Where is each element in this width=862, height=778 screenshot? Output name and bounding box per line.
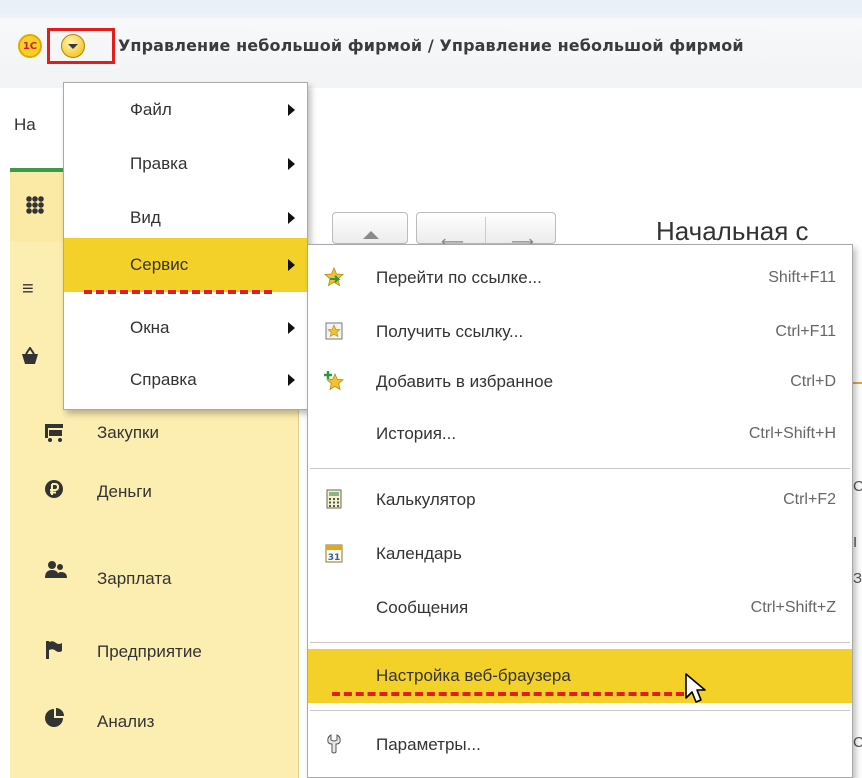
pie-chart-icon [45, 708, 64, 727]
shortcut-label: Ctrl+F2 [783, 491, 836, 508]
1c-logo-icon: 1С [18, 34, 42, 58]
chevron-down-icon [61, 34, 85, 58]
sidebar-item-analysis[interactable]: Анализ [44, 706, 284, 740]
title-bar-top-strip [0, 0, 862, 14]
menu-separator [310, 710, 850, 711]
menu-item-label: Параметры... [376, 735, 481, 754]
menu-item-edit[interactable]: Правка [64, 137, 307, 191]
menu-item-label: Окна [130, 318, 170, 337]
menu-item-label: Справка [130, 370, 197, 389]
title-bar: 1С Управление небольшой фирмой / Управле… [0, 0, 862, 89]
shortcut-label: Ctrl+D [790, 373, 836, 390]
menu-item-label: Калькулятор [376, 490, 476, 509]
service-submenu: Перейти по ссылке... Shift+F11 Получить … [307, 244, 853, 778]
sidebar-item-enterprise[interactable]: Предприятие [44, 640, 284, 674]
window-title: Управление небольшой фирмой / Управление… [118, 36, 744, 55]
menu-item-view[interactable]: Вид [64, 191, 307, 245]
flag-icon [46, 641, 62, 659]
sidebar-item-salary[interactable]: Зарплата [44, 560, 284, 594]
submenu-arrow-icon [288, 322, 295, 334]
submenu-arrow-icon [288, 104, 295, 116]
go-to-link-star-icon [324, 267, 344, 287]
content-fragment: I [853, 534, 858, 551]
menu-item-label: История... [376, 424, 457, 443]
main-menu-dropdown: Файл Правка Вид Сервис Окна Справка [63, 82, 308, 410]
menu-separator [310, 642, 850, 643]
submenu-arrow-icon [288, 212, 295, 224]
menu-item-get-link[interactable]: Получить ссылку... Ctrl+F11 [308, 305, 852, 359]
shortcut-label: Ctrl+Shift+H [748, 425, 836, 442]
sidebar-item-label: Закупки [97, 423, 159, 442]
basket-icon[interactable] [20, 347, 40, 365]
content-fragment: С [853, 478, 862, 495]
menu-item-label: Добавить в избранное [376, 372, 554, 391]
menu-separator [310, 468, 850, 469]
menu-item-file[interactable]: Файл [64, 83, 307, 137]
menu-item-label: Сообщения [376, 598, 469, 617]
menu-item-label: Вид [130, 208, 161, 227]
calculator-icon [326, 489, 342, 509]
nav-separator [485, 217, 486, 243]
sidebar-item-label: Предприятие [97, 642, 202, 661]
calendar-day-text: 31 [328, 553, 341, 563]
get-link-icon [325, 322, 343, 340]
sidebar-item-label: Анализ [97, 712, 155, 731]
menu-item-help[interactable]: Справка [64, 353, 307, 407]
menu-item-parameters[interactable]: Параметры... [308, 718, 852, 772]
menu-item-add-favorite[interactable]: Добавить в избранное Ctrl+D [308, 355, 852, 409]
sidebar-item-money[interactable]: Деньги [44, 475, 284, 509]
shortcut-label: Shift+F11 [768, 269, 836, 286]
submenu-arrow-icon [288, 374, 295, 386]
menu-item-go-to-link[interactable]: Перейти по ссылке... Shift+F11 [308, 251, 852, 305]
menu-item-label: Сервис [130, 255, 189, 274]
menu-item-service[interactable]: Сервис [64, 238, 307, 292]
sidebar-item-label: Зарплата [97, 569, 172, 588]
annotation-underline-browser-settings [332, 692, 684, 696]
main-menu-button[interactable] [47, 28, 115, 64]
home-tab[interactable]: На [14, 115, 36, 135]
home-nav-button[interactable] [332, 212, 408, 244]
shortcut-label: Ctrl+F11 [775, 323, 836, 340]
wrench-icon [327, 734, 341, 754]
cart-icon [45, 424, 63, 442]
menu-item-windows[interactable]: Окна [64, 301, 307, 355]
menu-item-label: Получить ссылку... [376, 322, 524, 341]
sidebar-item-label: Деньги [97, 482, 152, 501]
menu-item-label: Календарь [376, 544, 462, 563]
menu-item-label: Перейти по ссылке... [376, 268, 542, 287]
menu-item-label: Правка [130, 154, 188, 173]
calendar-icon: 31 [325, 544, 343, 563]
content-fragment: З [853, 570, 862, 587]
ruble-icon [45, 480, 63, 498]
sidebar-item-purchases[interactable]: Закупки [44, 418, 284, 452]
submenu-arrow-icon [288, 259, 295, 271]
page-title: Начальная с [656, 216, 809, 246]
shortcut-label: Ctrl+Shift+Z [750, 599, 836, 616]
mouse-cursor-icon [685, 673, 706, 703]
content-fragment: С [853, 734, 862, 751]
people-icon [45, 561, 67, 578]
submenu-arrow-icon [288, 158, 295, 170]
menu-item-label: Файл [130, 100, 172, 119]
menu-item-calculator[interactable]: Калькулятор Ctrl+F2 [308, 473, 852, 527]
all-functions-grid-icon[interactable] [26, 196, 44, 214]
menu-icon[interactable]: ≡ [22, 278, 34, 301]
add-favorite-star-icon [324, 371, 344, 391]
menu-item-messages[interactable]: Сообщения Ctrl+Shift+Z [308, 581, 852, 635]
menu-item-calendar[interactable]: 31 Календарь [308, 527, 852, 581]
menu-item-history[interactable]: История... Ctrl+Shift+H [308, 407, 852, 461]
annotation-underline-service [84, 290, 272, 294]
history-nav-buttons[interactable]: ⟵ ⟶ [416, 212, 556, 251]
